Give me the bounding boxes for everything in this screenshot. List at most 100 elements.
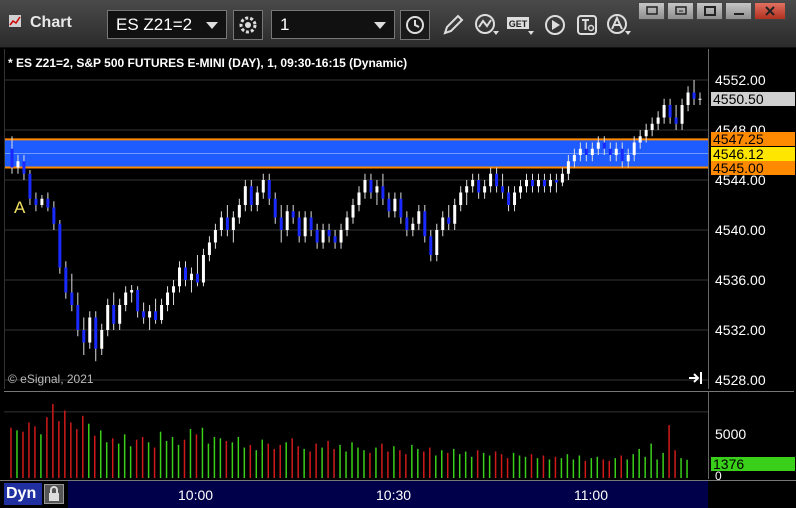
price-axis-label: 4552.00 xyxy=(715,72,766,88)
volume-plot[interactable] xyxy=(4,392,708,480)
draw-tool-button[interactable] xyxy=(438,10,468,40)
candle-body xyxy=(231,217,235,230)
gear-icon xyxy=(239,16,257,34)
candle-body xyxy=(393,198,397,212)
candle-body xyxy=(70,292,74,305)
play-button[interactable] xyxy=(540,10,570,40)
symbol-combobox[interactable]: ES Z21=2 xyxy=(107,10,227,39)
candle-body xyxy=(22,161,26,174)
candle-body xyxy=(64,267,68,293)
candle-body xyxy=(441,217,445,230)
candlestick-plot[interactable] xyxy=(5,49,709,389)
last-price-tag: 4550.50 xyxy=(711,91,795,106)
candle-body xyxy=(459,192,463,205)
candle-body xyxy=(124,292,128,305)
volume-axis[interactable]: 5000 1376 0 xyxy=(708,391,795,483)
maximize-icon xyxy=(703,6,716,16)
maximize-button[interactable] xyxy=(696,2,723,20)
chart-header: * ES Z21=2, S&P 500 FUTURES E-MINI (DAY)… xyxy=(8,56,408,70)
candle-body xyxy=(172,286,176,293)
candle-body xyxy=(261,180,265,193)
candle-body xyxy=(160,305,164,320)
scroll-to-end-icon[interactable] xyxy=(688,371,704,385)
lock-icon xyxy=(49,486,59,501)
price-axis-label: 4540.00 xyxy=(715,222,766,238)
candle-body xyxy=(519,186,523,193)
close-icon xyxy=(765,6,775,16)
chevron-down-icon[interactable] xyxy=(374,22,386,29)
candle-body xyxy=(249,186,253,205)
candle-body xyxy=(662,105,666,118)
candle-body xyxy=(417,211,421,224)
candle-body xyxy=(632,142,636,155)
price-chart[interactable] xyxy=(4,49,709,389)
candle-body xyxy=(578,148,582,155)
candle-body xyxy=(495,173,499,187)
candle-body xyxy=(309,217,313,230)
price-axis[interactable]: 4552.00 4548.00 4544.00 4540.00 4536.00 4532.… xyxy=(708,49,795,389)
candle-body xyxy=(435,230,439,255)
candle-body xyxy=(620,148,624,162)
candle-body xyxy=(698,98,702,100)
candle-body xyxy=(339,230,343,243)
candle-body xyxy=(178,267,182,287)
candle-body xyxy=(183,267,187,280)
candle-body xyxy=(560,173,564,183)
candle-body xyxy=(530,180,534,187)
alert-button[interactable] xyxy=(604,10,634,40)
candle-body xyxy=(548,180,552,187)
candle-body xyxy=(213,230,217,243)
price-axis-label: 4528.00 xyxy=(715,372,766,388)
tile-button[interactable] xyxy=(667,2,694,20)
candle-body xyxy=(363,180,367,193)
time-settings-button[interactable] xyxy=(400,10,430,40)
candle-body xyxy=(429,236,433,255)
minimize-button[interactable] xyxy=(725,2,752,20)
candle-body xyxy=(237,205,241,218)
candle-body xyxy=(471,180,475,187)
candle-body xyxy=(668,105,672,118)
candle-body xyxy=(656,117,660,124)
tile-icon xyxy=(674,6,687,15)
candle-body xyxy=(34,198,38,205)
level-price-tag: 4547.25 xyxy=(711,132,795,147)
candle-body xyxy=(453,205,457,224)
candle-body xyxy=(477,180,481,193)
candle-body xyxy=(291,211,295,218)
restore-button[interactable] xyxy=(638,2,665,20)
time-axis[interactable]: Dyn 10:00 10:30 11:00 xyxy=(0,480,796,508)
candle-body xyxy=(100,330,104,349)
chevron-down-icon[interactable] xyxy=(206,22,218,29)
candle-body xyxy=(650,123,654,130)
lock-button[interactable] xyxy=(44,484,64,504)
candle-body xyxy=(602,142,606,149)
marker-label[interactable]: A xyxy=(14,198,25,218)
level-price-tag: 4545.00 xyxy=(711,160,795,175)
get-button[interactable]: GET xyxy=(506,10,536,40)
candle-body xyxy=(16,161,20,168)
text-tool-button[interactable] xyxy=(572,10,602,40)
candle-body xyxy=(148,311,152,318)
candle-body xyxy=(130,290,134,293)
candle-body xyxy=(166,292,170,305)
candle-body xyxy=(399,198,403,218)
dynamic-mode-button[interactable]: Dyn xyxy=(4,483,42,505)
close-button[interactable] xyxy=(754,2,786,20)
candle-body xyxy=(76,305,80,330)
time-label-1100: 11:00 xyxy=(574,487,608,503)
interval-combobox[interactable]: 1 xyxy=(271,10,395,39)
candle-body xyxy=(351,205,355,218)
candle-body xyxy=(375,186,379,193)
candle-body xyxy=(327,230,331,237)
volume-panel[interactable] xyxy=(4,391,708,479)
candle-body xyxy=(255,192,259,205)
candle-body xyxy=(686,92,690,105)
candle-body xyxy=(423,211,427,237)
candle-body xyxy=(28,173,32,199)
candle-body xyxy=(207,242,211,255)
pencil-icon xyxy=(443,14,464,35)
clock-icon xyxy=(406,16,424,34)
candle-body xyxy=(608,148,612,155)
studies-button[interactable] xyxy=(472,10,502,40)
symbol-settings-button[interactable] xyxy=(233,10,263,40)
